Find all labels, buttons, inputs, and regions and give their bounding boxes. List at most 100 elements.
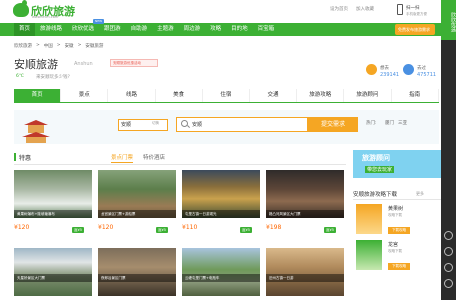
breadcrumb-sep: > bbox=[56, 43, 61, 48]
side-selection-button[interactable]: 欣欣优选 bbox=[441, 0, 456, 40]
promo-subline: 带您去玩家 bbox=[365, 166, 395, 173]
breadcrumb-china[interactable]: 中国 bbox=[44, 43, 53, 49]
page-title: 安顺旅游 bbox=[14, 58, 58, 71]
breadcrumb-anhui[interactable]: 安徽 bbox=[65, 43, 74, 49]
submit-request-button[interactable]: 提交需求 bbox=[308, 117, 358, 132]
rebate-tag: 返¥5 bbox=[240, 227, 252, 233]
nav-item-home[interactable]: 首页 bbox=[14, 23, 36, 36]
rebate-tag: 返¥5 bbox=[156, 227, 168, 233]
hot-item[interactable]: 三亚 bbox=[398, 120, 407, 126]
nav-item-destination[interactable]: 目的地 bbox=[226, 23, 253, 36]
guide-more-link[interactable]: 更多 bbox=[416, 191, 424, 197]
want-go-count: 239141 bbox=[380, 72, 400, 78]
deal-caption: 格凸河风景区大门票 bbox=[266, 210, 344, 218]
tab-food[interactable]: 美食 bbox=[156, 89, 203, 102]
deal-card[interactable]: 屯堡古镇一日游观光 ¥110 返¥5 bbox=[182, 170, 260, 233]
tab-hotels[interactable]: 住宿 bbox=[203, 89, 250, 102]
nav-item-selection[interactable]: 欣欣优选 bbox=[67, 23, 99, 36]
deal-caption: 夜郎谷景区门票 bbox=[98, 274, 176, 282]
breadcrumb-home[interactable]: 欣欣旅游 bbox=[14, 43, 32, 49]
phone-icon bbox=[397, 4, 403, 15]
nav-item-guides[interactable]: 攻略 bbox=[205, 23, 226, 36]
deal-image[interactable]: 屯堡古镇一日游观光 bbox=[182, 170, 260, 218]
hot-label: 热门: bbox=[366, 121, 377, 126]
promo-badge[interactable]: 安顺旅游优惠活动 bbox=[110, 59, 158, 67]
breadcrumb-current: 安徽旅游 bbox=[85, 44, 104, 49]
search-icon bbox=[181, 120, 188, 127]
deal-image[interactable]: 龙宫景区门票+游船票 bbox=[98, 170, 176, 218]
tab-hotels-deals[interactable]: 特价酒店 bbox=[143, 153, 165, 161]
nav-item-diy[interactable]: 自助游 bbox=[126, 23, 153, 36]
been-there-count: 475711 bbox=[417, 72, 437, 78]
set-homepage-link[interactable]: 设为首页 bbox=[330, 6, 348, 12]
download-guide-button[interactable]: 下载攻略 bbox=[388, 263, 410, 270]
deal-card[interactable]: 黄果树瀑布+陡坡塘瀑布 ¥120 返¥5 bbox=[14, 170, 92, 233]
guide-divider bbox=[353, 199, 441, 200]
deal-card[interactable]: 天星桥景区大门票 bbox=[14, 248, 92, 296]
search-input-value: 安顺 bbox=[192, 122, 203, 128]
weather-text: 6℃ bbox=[16, 74, 24, 79]
city-switch[interactable]: 切换 bbox=[152, 121, 159, 126]
guide-sub: 攻略下载 bbox=[388, 213, 402, 217]
deal-image[interactable]: 旧州古镇一日游 bbox=[266, 248, 344, 296]
guide-cover-image[interactable] bbox=[356, 240, 382, 270]
add-favorite-link[interactable]: 加入收藏 bbox=[356, 6, 374, 12]
tab-home[interactable]: 首页 bbox=[14, 89, 62, 102]
deal-card[interactable]: 夜郎谷景区门票 bbox=[98, 248, 176, 296]
destination-tabs: 首页 景点 线路 美食 住宿 交通 旅游攻略 旅游顾问 指南 bbox=[14, 89, 439, 103]
nav-item-toolbox[interactable]: 百宝箱 bbox=[253, 23, 280, 36]
deal-caption: 云峰屯堡门票+电瓶车 bbox=[182, 274, 260, 282]
cost-question-link[interactable]: 来安顺玩多少钱? bbox=[36, 74, 70, 80]
app-scan-sub: 手机版更方便 bbox=[406, 12, 427, 16]
history-icon[interactable] bbox=[444, 263, 453, 272]
deal-card[interactable]: 旧州古镇一日游 bbox=[266, 248, 344, 296]
guide-name[interactable]: 龙宫 bbox=[388, 241, 398, 248]
hot-item[interactable]: 厦门 bbox=[385, 120, 394, 126]
back-to-top-icon[interactable] bbox=[444, 279, 453, 288]
heart-icon[interactable] bbox=[444, 247, 453, 256]
tab-guides[interactable]: 旅游攻略 bbox=[297, 89, 345, 102]
nav-item-group[interactable]: 跟团游 bbox=[99, 23, 126, 36]
breadcrumb-sep: > bbox=[77, 43, 82, 48]
breadcrumb-sep: > bbox=[36, 43, 40, 48]
nav-item-routes[interactable]: 旅游线路 bbox=[35, 23, 67, 36]
tab-sights[interactable]: 景点 bbox=[61, 89, 109, 102]
deal-image[interactable]: 天星桥景区大门票 bbox=[14, 248, 92, 296]
nav-item-theme[interactable]: 主题游 bbox=[152, 23, 179, 36]
deal-image[interactable]: 云峰屯堡门票+电瓶车 bbox=[182, 248, 260, 296]
deal-caption: 龙宫景区门票+游船票 bbox=[98, 210, 176, 218]
info-icon[interactable] bbox=[444, 231, 453, 240]
been-there-icon[interactable] bbox=[403, 64, 414, 75]
deal-card[interactable]: 格凸河风景区大门票 ¥198 返¥5 bbox=[266, 170, 344, 233]
city-value: 安顺 bbox=[121, 122, 132, 128]
want-go-label: 想去 bbox=[380, 66, 389, 71]
deal-card[interactable]: 云峰屯堡门票+电瓶车 bbox=[182, 248, 260, 296]
want-go-icon[interactable] bbox=[366, 64, 377, 75]
app-scan-title[interactable]: 扫一扫 bbox=[406, 5, 420, 11]
deal-image[interactable]: 格凸河风景区大门票 bbox=[266, 170, 344, 218]
guide-cover-image[interactable] bbox=[356, 204, 382, 234]
deal-image[interactable]: 夜郎谷景区门票 bbox=[98, 248, 176, 296]
guide-sub: 攻略下载 bbox=[388, 249, 402, 253]
hot-items: 厦门 三亚 bbox=[385, 120, 407, 126]
guide-name[interactable]: 黄果树 bbox=[388, 205, 403, 212]
deal-image[interactable]: 黄果树瀑布+陡坡塘瀑布 bbox=[14, 170, 92, 218]
guide-section-title: 安顺旅游攻略下载 bbox=[353, 192, 398, 198]
been-there-label: 去过 bbox=[417, 66, 426, 71]
nav-item-nearby[interactable]: 周边游 bbox=[179, 23, 206, 36]
tab-routes[interactable]: 线路 bbox=[108, 89, 156, 102]
deal-caption: 旧州古镇一日游 bbox=[266, 274, 344, 282]
tab-advisor[interactable]: 旅游顾问 bbox=[344, 89, 392, 102]
post-request-button[interactable]: 免费发布旅游需求 bbox=[395, 24, 435, 35]
new-badge: NEW bbox=[93, 19, 105, 24]
tab-transport[interactable]: 交通 bbox=[250, 89, 298, 102]
deal-caption: 天星桥景区大门票 bbox=[14, 274, 92, 282]
rebate-tag: 返¥5 bbox=[72, 227, 84, 233]
deal-card[interactable]: 龙宫景区门票+游船票 ¥120 返¥5 bbox=[98, 170, 176, 233]
download-guide-button[interactable]: 下载攻略 bbox=[388, 227, 410, 234]
logo-icon[interactable] bbox=[13, 0, 29, 17]
nav-items: 首页 旅游线路 欣欣优选 跟团游 自助游 主题游 周边游 攻略 目的地 百宝箱 bbox=[14, 23, 279, 36]
tab-handbook[interactable]: 指南 bbox=[392, 89, 439, 102]
tab-tickets[interactable]: 景点门票 bbox=[111, 153, 134, 163]
promo-headline: 旅游顾问 bbox=[362, 154, 390, 162]
